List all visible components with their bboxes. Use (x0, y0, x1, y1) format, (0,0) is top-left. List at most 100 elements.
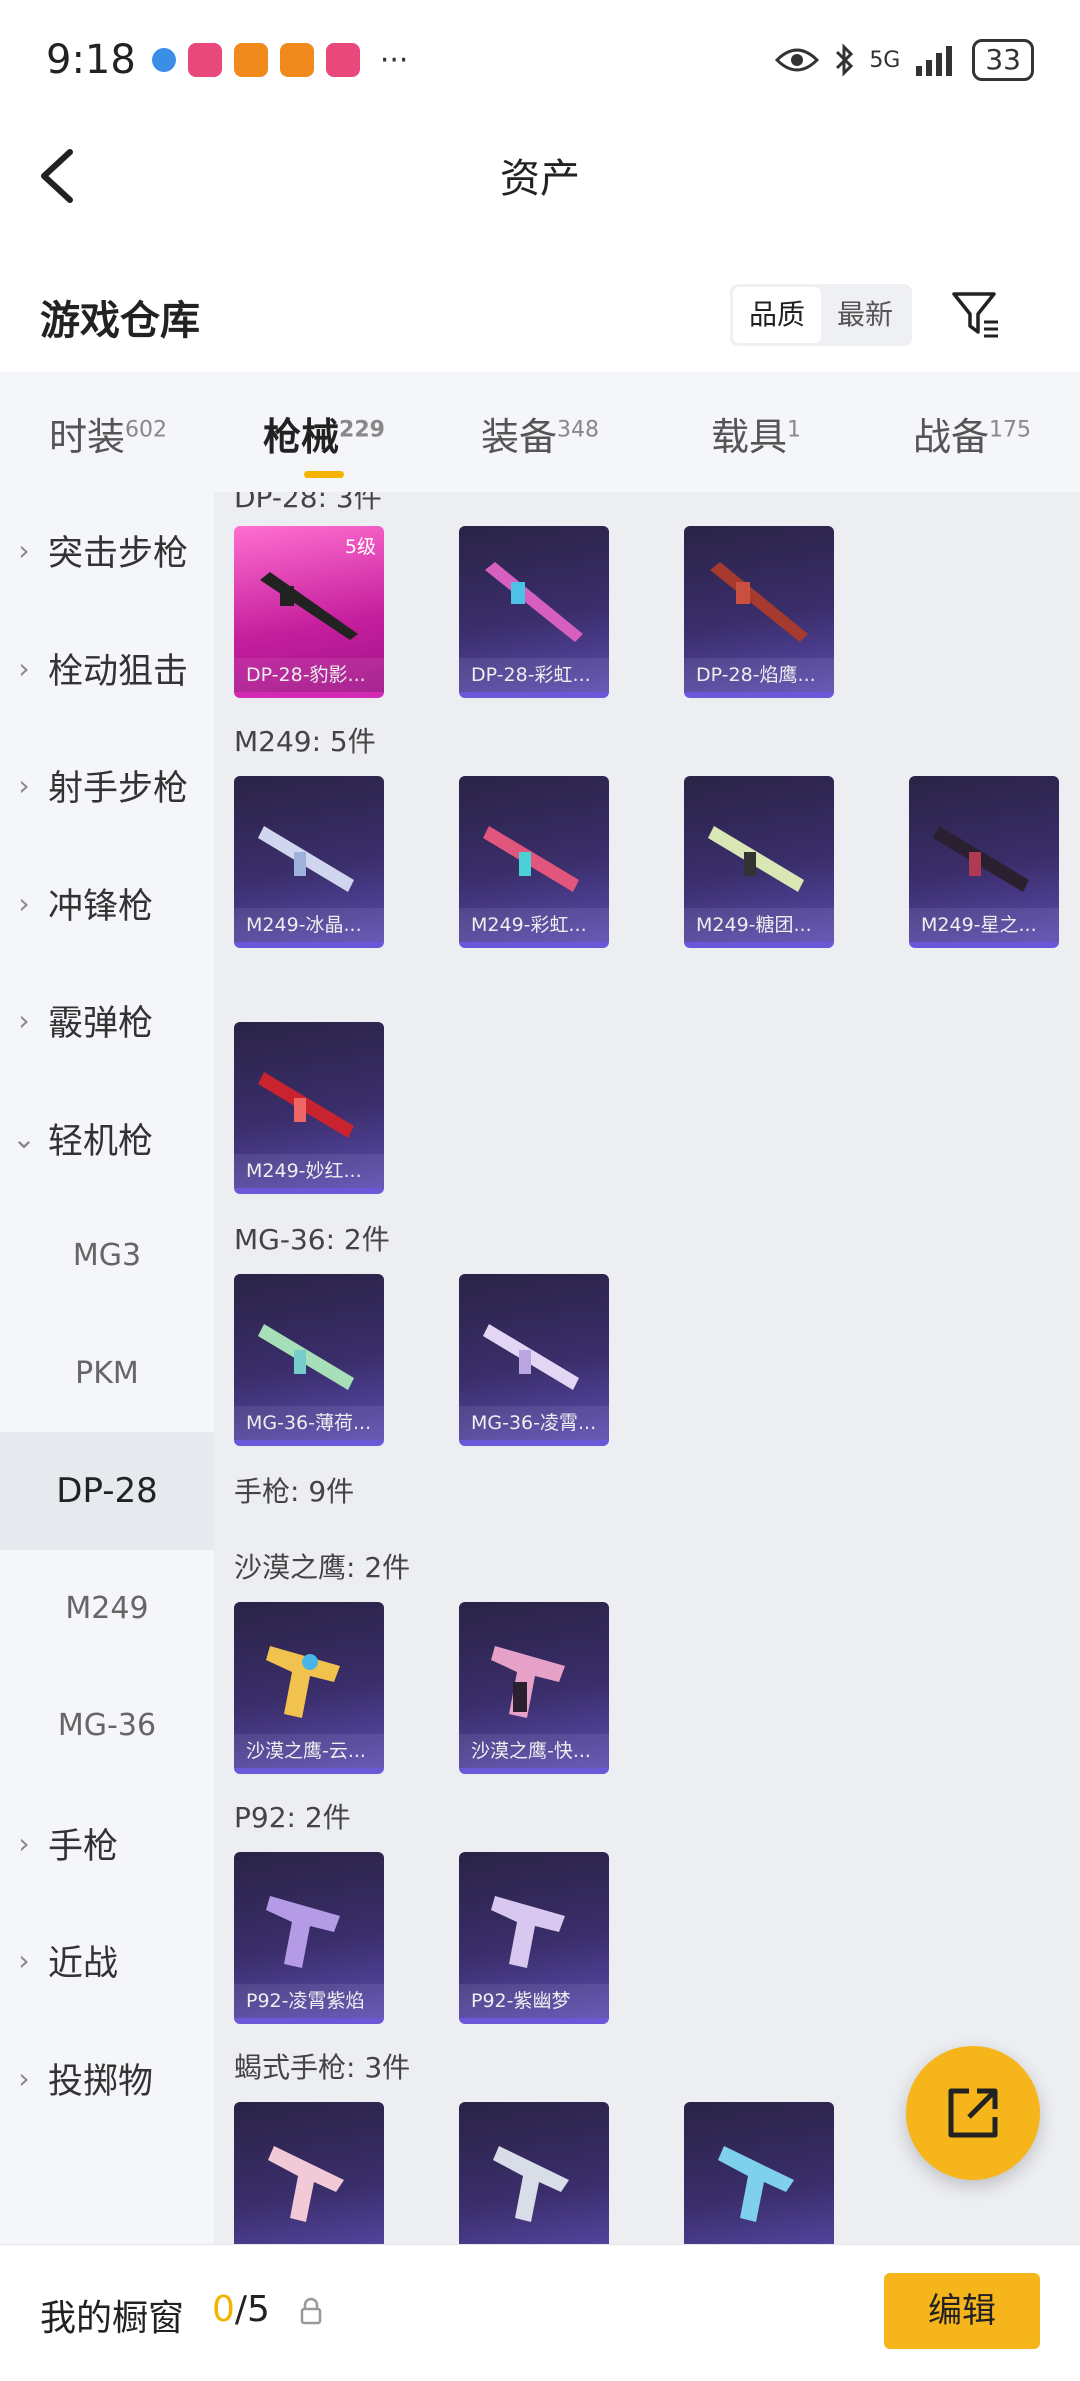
weapon-name: DP-28-焰鹰... (684, 658, 834, 692)
bluetooth-icon (836, 43, 854, 77)
rifle-icon (483, 1324, 579, 1390)
sidebar-item-smg[interactable]: › 冲锋枪 (0, 845, 214, 963)
sidebar-item-bolt-sniper[interactable]: › 栓动狙击 (0, 610, 214, 728)
category-tabs: 时装602 枪械229 装备348 载具1 战备175 (0, 372, 1080, 492)
weapon-card[interactable]: 沙漠之鹰-云... (234, 1602, 384, 1774)
weapon-name: MG-36-薄荷... (234, 1406, 384, 1440)
weapon-grid: DP-28: 3件 5级 DP-28-豹影... DP-28-彩虹... DP-… (214, 492, 1080, 2244)
weapon-card[interactable] (684, 2102, 834, 2244)
weapon-card[interactable] (234, 2102, 384, 2244)
page-title: 资产 (500, 156, 580, 202)
app-icon (233, 43, 268, 77)
chevron-right-icon: › (18, 651, 30, 685)
pistol-icon (266, 1646, 340, 1718)
warehouse-title: 游戏仓库 (40, 298, 200, 344)
group-label-p92: P92: 2件 (234, 1801, 351, 1834)
showcase-count: 0/5 (212, 2289, 270, 2330)
weapon-card[interactable]: M249-妙红... (234, 1022, 384, 1194)
weapon-card[interactable]: DP-28-彩虹... (459, 526, 609, 698)
weapon-name: DP-28-彩虹... (459, 658, 609, 692)
filter-icon[interactable] (950, 288, 1002, 340)
rifle-icon (485, 562, 583, 642)
weapon-card[interactable]: 沙漠之鹰-快... (459, 1602, 609, 1774)
warehouse-bar: 游戏仓库 品质 最新 (0, 260, 1080, 370)
signal-icon (916, 46, 953, 76)
weapon-card[interactable]: MG-36-凌霄... (459, 1274, 609, 1446)
tab-equipment[interactable]: 装备348 (432, 372, 648, 492)
weapon-card[interactable]: M249-冰晶... (234, 776, 384, 948)
sidebar-sub-m249[interactable]: M249 (0, 1550, 214, 1668)
rifle-icon (258, 1324, 354, 1390)
network-type: 5G (869, 47, 901, 73)
tab-vehicles[interactable]: 载具1 (648, 372, 864, 492)
sidebar-item-assault-rifle[interactable]: › 突击步枪 (0, 492, 214, 610)
weapon-card[interactable]: M249-糖团... (684, 776, 834, 948)
level-badge: 5级 (344, 536, 376, 558)
pistol-icon (493, 2146, 569, 2222)
weapon-card[interactable]: M249-星之... (909, 776, 1059, 948)
chevron-right-icon: › (18, 1004, 30, 1038)
tab-fashion[interactable]: 时装602 (0, 372, 216, 492)
sidebar-sub-pkm[interactable]: PKM (0, 1315, 214, 1433)
weapon-name: M249-糖团... (684, 908, 834, 942)
group-label-mg36: MG-36: 2件 (234, 1223, 390, 1256)
weapon-type-sidebar: › 突击步枪 › 栓动狙击 › 射手步枪 › 冲锋枪 › 霰弹枪 ⌄ 轻机枪 MG3 PKM… (0, 492, 214, 2244)
weapon-card[interactable] (459, 2102, 609, 2244)
sidebar-sub-mg3[interactable]: MG3 (0, 1197, 214, 1315)
sort-newest-button[interactable]: 最新 (821, 287, 909, 343)
showcase-label: 我的橱窗 (40, 2298, 185, 2339)
rifle-icon (933, 826, 1029, 892)
app-icon (325, 43, 360, 77)
weapon-card[interactable]: DP-28-焰鹰... (684, 526, 834, 698)
group-label-m249: M249: 5件 (234, 725, 376, 758)
app-icon (279, 43, 314, 77)
sidebar-item-lmg[interactable]: ⌄ 轻机枪 (0, 1080, 214, 1198)
weapon-card[interactable]: 5级 DP-28-豹影... (234, 526, 384, 698)
weapon-card[interactable]: P92-凌霄紫焰 (234, 1852, 384, 2024)
share-button[interactable] (906, 2046, 1040, 2180)
tab-firearms[interactable]: 枪械229 (216, 372, 432, 492)
rifle-icon (258, 826, 354, 892)
status-bar: 9:18 ··· 5G 33 (0, 0, 1080, 120)
chevron-down-icon: ⌄ (12, 1121, 36, 1155)
rifle-icon (710, 562, 808, 642)
notification-icons: ··· (151, 43, 408, 78)
sidebar-item-pistol[interactable]: › 手枪 (0, 1785, 214, 1903)
group-label-pistols: 手枪: 9件 (234, 1475, 355, 1508)
sort-toggle: 品质 最新 (730, 284, 913, 346)
weapon-name: M249-妙红... (234, 1154, 384, 1188)
chevron-right-icon: › (18, 1826, 30, 1860)
edit-button[interactable]: 编辑 (884, 2273, 1040, 2349)
eye-icon (775, 48, 820, 72)
weapon-name: 沙漠之鹰-快... (459, 1734, 609, 1768)
sidebar-sub-mg36[interactable]: MG-36 (0, 1667, 214, 1785)
chevron-right-icon: › (18, 1944, 30, 1978)
pistol-icon (491, 1896, 565, 1968)
app-header: 资产 (0, 120, 1080, 230)
showcase-bar: 我的橱窗 0/5 编辑 (0, 2244, 1080, 2381)
pistol-icon (266, 1896, 340, 1968)
sidebar-item-marksman-rifle[interactable]: › 射手步枪 (0, 727, 214, 845)
app-icon (187, 43, 222, 77)
weapon-name: P92-紫幽梦 (459, 1984, 609, 2018)
sidebar-sub-dp28[interactable]: DP-28 (0, 1432, 214, 1550)
group-label-dp28: DP-28: 3件 (234, 492, 382, 514)
chevron-right-icon: › (18, 886, 30, 920)
weapon-name: MG-36-凌霄... (459, 1406, 609, 1440)
chevron-right-icon: › (18, 2061, 30, 2095)
browser-icon (151, 48, 176, 72)
weapon-card[interactable]: MG-36-薄荷... (234, 1274, 384, 1446)
sidebar-item-throwable[interactable]: › 投掷物 (0, 2020, 214, 2138)
sidebar-item-melee[interactable]: › 近战 (0, 1902, 214, 2020)
tab-gear[interactable]: 战备175 (864, 372, 1080, 492)
weapon-card[interactable]: P92-紫幽梦 (459, 1852, 609, 2024)
rifle-icon (483, 826, 579, 892)
weapon-card[interactable]: M249-彩虹... (459, 776, 609, 948)
chevron-right-icon: › (18, 769, 30, 803)
group-label-desert-eagle: 沙漠之鹰: 2件 (234, 1551, 411, 1584)
pistol-icon (491, 1646, 565, 1718)
sidebar-item-shotgun[interactable]: › 霰弹枪 (0, 962, 214, 1080)
sort-quality-button[interactable]: 品质 (733, 287, 822, 343)
weapon-name: M249-星之... (909, 908, 1059, 942)
status-time: 9:18 (46, 37, 136, 83)
